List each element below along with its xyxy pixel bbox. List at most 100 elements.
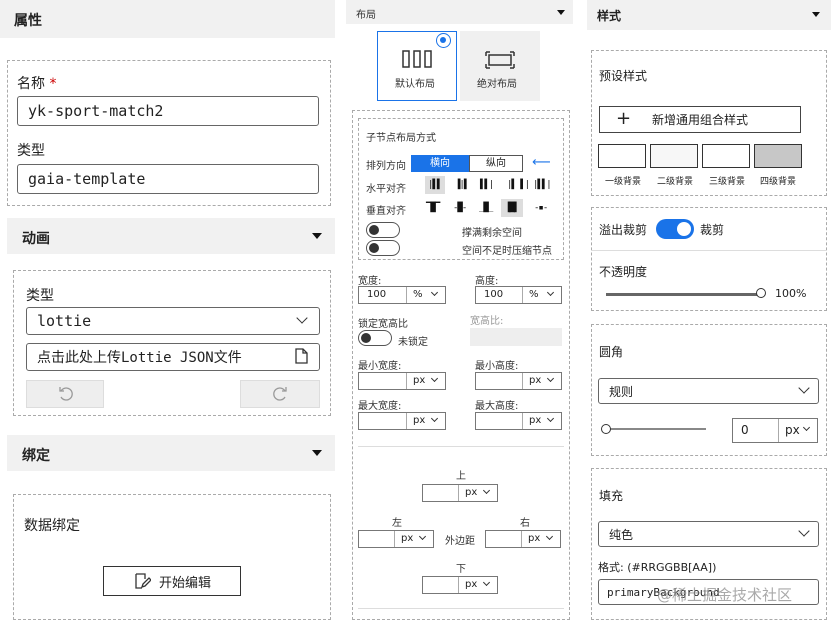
- unit-px: px: [413, 415, 426, 426]
- direction-label: 排列方向: [366, 161, 406, 172]
- preset-style-title: 预设样式: [599, 69, 648, 83]
- fill-mode-select[interactable]: 纯色: [598, 521, 819, 547]
- margin-label: 外边距: [445, 536, 475, 547]
- max-height-input[interactable]: px: [475, 412, 562, 430]
- binding-header[interactable]: [7, 435, 335, 471]
- collapse-triangle-icon[interactable]: [557, 10, 565, 15]
- properties-header: [0, 0, 335, 38]
- shrink-label: 空间不足时压缩节点: [462, 246, 552, 257]
- align-top-icon[interactable]: ▔█▔: [426, 203, 440, 213]
- swatch-level3[interactable]: [702, 144, 750, 168]
- absolute-layout-label: 绝对布局: [477, 79, 517, 90]
- direction-vertical-button[interactable]: 纵向: [469, 155, 523, 172]
- width-input[interactable]: 100%: [358, 286, 446, 304]
- opacity-slider-thumb[interactable]: [756, 288, 766, 298]
- align-bottom-icon[interactable]: _█_: [479, 203, 493, 213]
- radius-mode-value: 规则: [609, 384, 634, 399]
- radius-mode-select[interactable]: 规则: [598, 378, 819, 404]
- reverse-arrow-icon[interactable]: ⟵: [532, 156, 551, 169]
- format-label: 格式: (#RRGGBB[AA]): [598, 561, 717, 574]
- animation-type-value: lottie: [37, 312, 92, 330]
- align-middle-icon[interactable]: -█-: [453, 203, 467, 213]
- file-upload-icon: [295, 348, 308, 364]
- margin-top-input[interactable]: px: [422, 484, 498, 502]
- max-width-label: 最大宽度:: [358, 401, 402, 412]
- type-input[interactable]: gaia-template: [17, 164, 319, 194]
- opacity-slider-track[interactable]: [606, 293, 760, 296]
- fill-mode-value: 纯色: [609, 527, 634, 542]
- space-between-icon[interactable]: |▌ ▌|: [507, 180, 530, 190]
- baseline-icon[interactable]: -▪-: [534, 203, 548, 213]
- unlocked-label: 未锁定: [398, 337, 428, 348]
- add-combo-style-button[interactable]: + 新增通用组合样式: [599, 106, 801, 133]
- space-around-icon[interactable]: |▌▌|: [533, 180, 552, 190]
- fill-space-toggle[interactable]: [366, 222, 400, 238]
- default-layout-label: 默认布局: [395, 79, 435, 90]
- h-align-label: 水平对齐: [366, 184, 406, 195]
- height-input[interactable]: 100%: [475, 286, 562, 304]
- plus-icon: +: [616, 108, 632, 129]
- v-align-label: 垂直对齐: [366, 206, 406, 217]
- unit-px: px: [465, 579, 478, 590]
- radius-slider-thumb[interactable]: [601, 424, 611, 434]
- divider: [591, 250, 827, 251]
- unit-px: px: [413, 375, 426, 386]
- margin-bottom-input[interactable]: px: [422, 576, 498, 594]
- radius-slider-track[interactable]: [606, 428, 706, 430]
- swatch-level2[interactable]: [650, 144, 698, 168]
- radius-unit: px: [785, 423, 800, 437]
- binding-title: 绑定: [22, 448, 50, 464]
- animation-type-select[interactable]: lottie: [26, 307, 320, 335]
- max-width-input[interactable]: px: [358, 412, 446, 430]
- height-label: 高度:: [475, 276, 499, 287]
- align-right-icon[interactable]: ▌▌|: [480, 180, 494, 190]
- swatch-level1[interactable]: [598, 144, 646, 168]
- min-height-input[interactable]: px: [475, 372, 562, 390]
- add-combo-style-label: 新增通用组合样式: [651, 113, 748, 127]
- height-value: 100: [476, 287, 523, 303]
- unit-px: px: [528, 533, 541, 544]
- layout-header[interactable]: [346, 0, 573, 24]
- data-binding-label: 数据绑定: [24, 518, 80, 534]
- unit-px: px: [465, 487, 478, 498]
- selected-radio-icon: [436, 33, 451, 48]
- direction-horizontal-button[interactable]: 横向: [411, 155, 469, 172]
- collapse-triangle-icon[interactable]: [312, 450, 322, 456]
- opacity-value: 100%: [775, 287, 807, 300]
- style-header[interactable]: [587, 0, 831, 30]
- max-height-label: 最大高度:: [475, 401, 519, 412]
- align-center-icon[interactable]: ▐|▌: [455, 180, 469, 190]
- swatch-label-4: 四级背景: [760, 177, 797, 187]
- margin-right-input[interactable]: px: [485, 530, 561, 548]
- name-label: 名称 *: [17, 76, 57, 92]
- rotate-left-icon: [59, 387, 73, 401]
- unit-px: px: [529, 375, 542, 386]
- overflow-toggle[interactable]: [656, 219, 694, 239]
- align-left-icon[interactable]: |▌▌: [428, 180, 442, 190]
- animation-header[interactable]: [7, 218, 335, 254]
- radius-input[interactable]: 0 px: [732, 418, 818, 443]
- start-edit-button[interactable]: 开始编辑: [103, 566, 241, 596]
- width-label: 宽度:: [358, 276, 382, 287]
- animation-title: 动画: [22, 231, 50, 247]
- min-height-label: 最小高度:: [475, 361, 519, 372]
- collapse-triangle-icon[interactable]: [312, 233, 322, 239]
- rotate-right-icon: [273, 387, 287, 401]
- ratio-input[interactable]: [470, 328, 562, 346]
- min-width-label: 最小宽度:: [358, 361, 402, 372]
- swatch-level4[interactable]: [754, 144, 802, 168]
- collapse-triangle-icon[interactable]: [812, 12, 820, 17]
- opacity-label: 不透明度: [599, 265, 648, 279]
- margin-left-input[interactable]: px: [358, 530, 434, 548]
- unit-px: px: [401, 533, 414, 544]
- name-input[interactable]: yk-sport-match2: [17, 96, 319, 126]
- upload-lottie-button[interactable]: 点击此处上传Lottie JSON文件: [26, 343, 320, 371]
- margin-bottom-label: 下: [456, 564, 466, 575]
- margin-left-label: 左: [392, 518, 402, 529]
- radius-title: 圆角: [599, 345, 624, 359]
- lock-ratio-toggle[interactable]: [358, 330, 392, 346]
- min-width-input[interactable]: px: [358, 372, 446, 390]
- stretch-icon[interactable]: ▐█▌: [505, 203, 519, 213]
- shrink-toggle[interactable]: [366, 240, 400, 256]
- absolute-layout-icon: [485, 51, 515, 69]
